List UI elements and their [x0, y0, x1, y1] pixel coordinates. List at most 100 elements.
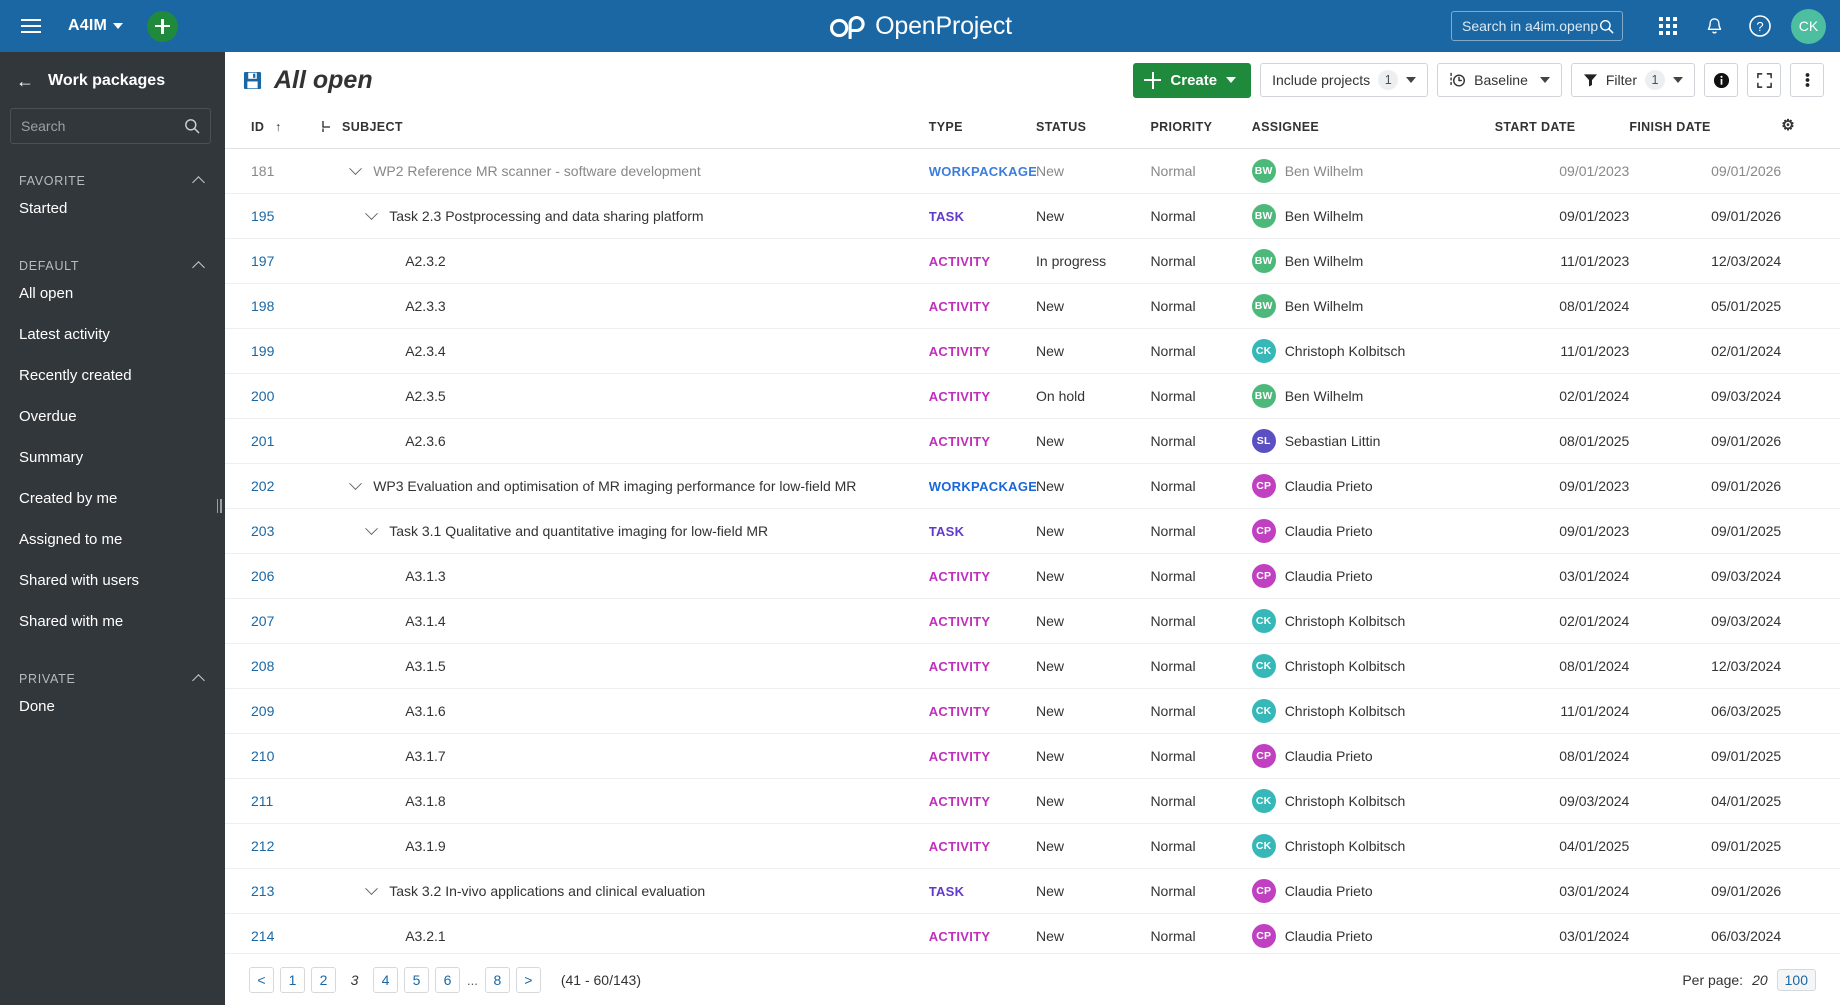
baseline-button[interactable]: Baseline	[1437, 63, 1562, 97]
pagination-page-button[interactable]: 4	[373, 966, 398, 993]
pagination-next-button[interactable]: >	[515, 966, 541, 993]
cell-finish-date[interactable]: 05/01/2025	[1629, 283, 1782, 329]
cell-finish-date[interactable]: 06/03/2025	[1629, 688, 1782, 734]
table-row[interactable]: 208 A3.1.5 ACTIVITY New Normal CK Christoph Ko…	[225, 643, 1840, 689]
table-row[interactable]: 181 WP2 Reference MR scanner - software d…	[225, 148, 1840, 194]
sidebar-item-created-by-me[interactable]: Created by me	[0, 478, 225, 519]
cell-assignee[interactable]: CK Christoph Kolbitsch	[1251, 688, 1495, 734]
cell-finish-date[interactable]: 12/03/2024	[1629, 643, 1782, 689]
cell-start-date[interactable]: 08/01/2025	[1494, 418, 1630, 464]
pagination-page-button[interactable]: 8	[484, 966, 510, 993]
sidebar-resize-handle[interactable]	[215, 495, 223, 517]
cell-priority[interactable]: Normal	[1150, 463, 1252, 509]
column-header-subject[interactable]: SUBJECT	[321, 108, 929, 149]
cell-assignee[interactable]: BW Ben Wilhelm	[1251, 373, 1495, 419]
user-avatar[interactable]: CK	[1791, 8, 1826, 44]
cell-assignee[interactable]: CK Christoph Kolbitsch	[1251, 778, 1495, 824]
work-package-id-link[interactable]: 214	[251, 928, 274, 944]
work-package-id-link[interactable]: 198	[251, 298, 274, 314]
help-button[interactable]: ?	[1737, 0, 1783, 52]
cell-priority[interactable]: Normal	[1150, 643, 1252, 689]
cell-status[interactable]: New	[1036, 148, 1151, 194]
cell-assignee[interactable]: BW Ben Wilhelm	[1251, 193, 1495, 239]
cell-finish-date[interactable]: 12/03/2024	[1629, 238, 1782, 284]
table-row[interactable]: 201 A2.3.6 ACTIVITY New Normal SL Sebastian Li…	[225, 418, 1840, 464]
cell-priority[interactable]: Normal	[1150, 283, 1252, 329]
sidebar-item-shared-with-users[interactable]: Shared with users	[0, 560, 225, 601]
include-projects-button[interactable]: Include projects 1	[1260, 63, 1429, 97]
table-row[interactable]: 195 Task 2.3 Postprocessing and data shar…	[225, 193, 1840, 239]
cell-priority[interactable]: Normal	[1150, 688, 1252, 734]
sidebar-item-all-open[interactable]: All open	[0, 273, 225, 314]
cell-start-date[interactable]: 03/01/2024	[1494, 868, 1630, 914]
cell-finish-date[interactable]: 02/01/2024	[1629, 328, 1782, 374]
cell-status[interactable]: New	[1036, 643, 1151, 689]
work-package-id-link[interactable]: 195	[251, 208, 274, 224]
table-row[interactable]: 210 A3.1.7 ACTIVITY New Normal CP Claudia Prie…	[225, 733, 1840, 779]
cell-finish-date[interactable]: 09/01/2026	[1629, 868, 1782, 914]
cell-priority[interactable]: Normal	[1150, 373, 1252, 419]
sidebar-group-favorite[interactable]: FAVORITE	[0, 174, 225, 189]
cell-status[interactable]: New	[1036, 913, 1151, 954]
cell-priority[interactable]: Normal	[1150, 553, 1252, 599]
column-header-status[interactable]: STATUS	[1036, 108, 1151, 149]
cell-start-date[interactable]: 09/01/2023	[1494, 463, 1630, 509]
cell-status[interactable]: New	[1036, 283, 1151, 329]
sidebar-item-done[interactable]: Done	[0, 686, 225, 727]
collapse-toggle-icon[interactable]	[347, 478, 363, 494]
work-package-id-link[interactable]: 203	[251, 523, 274, 539]
cell-assignee[interactable]: BW Ben Wilhelm	[1251, 283, 1495, 329]
filter-button[interactable]: Filter 1	[1570, 63, 1695, 97]
table-row[interactable]: 200 A2.3.5 ACTIVITY On hold Normal BW Ben Wilh…	[225, 373, 1840, 419]
add-button[interactable]	[147, 10, 179, 42]
sidebar-item-assigned-to-me[interactable]: Assigned to me	[0, 519, 225, 560]
cell-assignee[interactable]: CP Claudia Prieto	[1251, 553, 1495, 599]
cell-finish-date[interactable]: 09/03/2024	[1629, 373, 1782, 419]
table-row[interactable]: 202 WP3 Evaluation and optimisation of MR…	[225, 463, 1840, 509]
cell-status[interactable]: New	[1036, 553, 1151, 599]
per-page-option-100[interactable]: 100	[1776, 968, 1816, 991]
hamburger-icon[interactable]	[8, 0, 54, 52]
cell-status[interactable]: New	[1036, 778, 1151, 824]
table-row[interactable]: 197 A2.3.2 ACTIVITY In progress Normal BW Ben …	[225, 238, 1840, 284]
cell-priority[interactable]: Normal	[1150, 778, 1252, 824]
cell-status[interactable]: New	[1036, 598, 1151, 644]
cell-start-date[interactable]: 08/01/2024	[1494, 643, 1630, 689]
pagination-prev-button[interactable]: <	[249, 966, 274, 993]
column-header-start-date[interactable]: START DATE	[1494, 108, 1630, 149]
work-package-id-link[interactable]: 197	[251, 253, 274, 269]
cell-finish-date[interactable]: 09/03/2024	[1629, 553, 1782, 599]
collapse-toggle-icon[interactable]	[363, 208, 379, 224]
column-header-priority[interactable]: PRIORITY	[1150, 108, 1252, 149]
cell-priority[interactable]: Normal	[1150, 913, 1252, 954]
cell-assignee[interactable]: SL Sebastian Littin	[1251, 418, 1495, 464]
cell-assignee[interactable]: CK Christoph Kolbitsch	[1251, 643, 1495, 689]
column-header-id[interactable]: ID ↑	[225, 108, 322, 149]
table-row[interactable]: 213 Task 3.2 In-vivo applications and cli…	[225, 868, 1840, 914]
work-package-id-link[interactable]: 208	[251, 658, 274, 674]
cell-finish-date[interactable]: 09/01/2025	[1629, 823, 1782, 869]
pagination-page-button[interactable]: 2	[311, 966, 336, 993]
sidebar-item-latest-activity[interactable]: Latest activity	[0, 314, 225, 355]
cell-assignee[interactable]: CK Christoph Kolbitsch	[1251, 823, 1495, 869]
cell-assignee[interactable]: BW Ben Wilhelm	[1251, 238, 1495, 284]
sidebar-group-default[interactable]: DEFAULT	[0, 259, 225, 274]
cell-finish-date[interactable]: 09/01/2026	[1629, 148, 1782, 194]
table-row[interactable]: 203 Task 3.1 Qualitative and quantitative…	[225, 508, 1840, 554]
cell-start-date[interactable]: 03/01/2024	[1494, 553, 1630, 599]
work-package-id-link[interactable]: 201	[251, 433, 274, 449]
cell-assignee[interactable]: BW Ben Wilhelm	[1251, 148, 1495, 194]
cell-assignee[interactable]: CP Claudia Prieto	[1251, 463, 1495, 509]
column-header-type[interactable]: TYPE	[928, 108, 1037, 149]
cell-finish-date[interactable]: 06/03/2024	[1629, 913, 1782, 954]
table-row[interactable]: 207 A3.1.4 ACTIVITY New Normal CK Christoph Ko…	[225, 598, 1840, 644]
cell-status[interactable]: New	[1036, 418, 1151, 464]
cell-finish-date[interactable]: 09/01/2026	[1629, 463, 1782, 509]
work-package-id-link[interactable]: 202	[251, 478, 274, 494]
sidebar-item-summary[interactable]: Summary	[0, 437, 225, 478]
table-row[interactable]: 198 A2.3.3 ACTIVITY New Normal BW Ben Wilhelm 0…	[225, 283, 1840, 329]
cell-status[interactable]: New	[1036, 193, 1151, 239]
cell-start-date[interactable]: 11/01/2024	[1494, 688, 1630, 734]
cell-finish-date[interactable]: 09/01/2025	[1629, 508, 1782, 554]
cell-assignee[interactable]: CK Christoph Kolbitsch	[1251, 598, 1495, 644]
